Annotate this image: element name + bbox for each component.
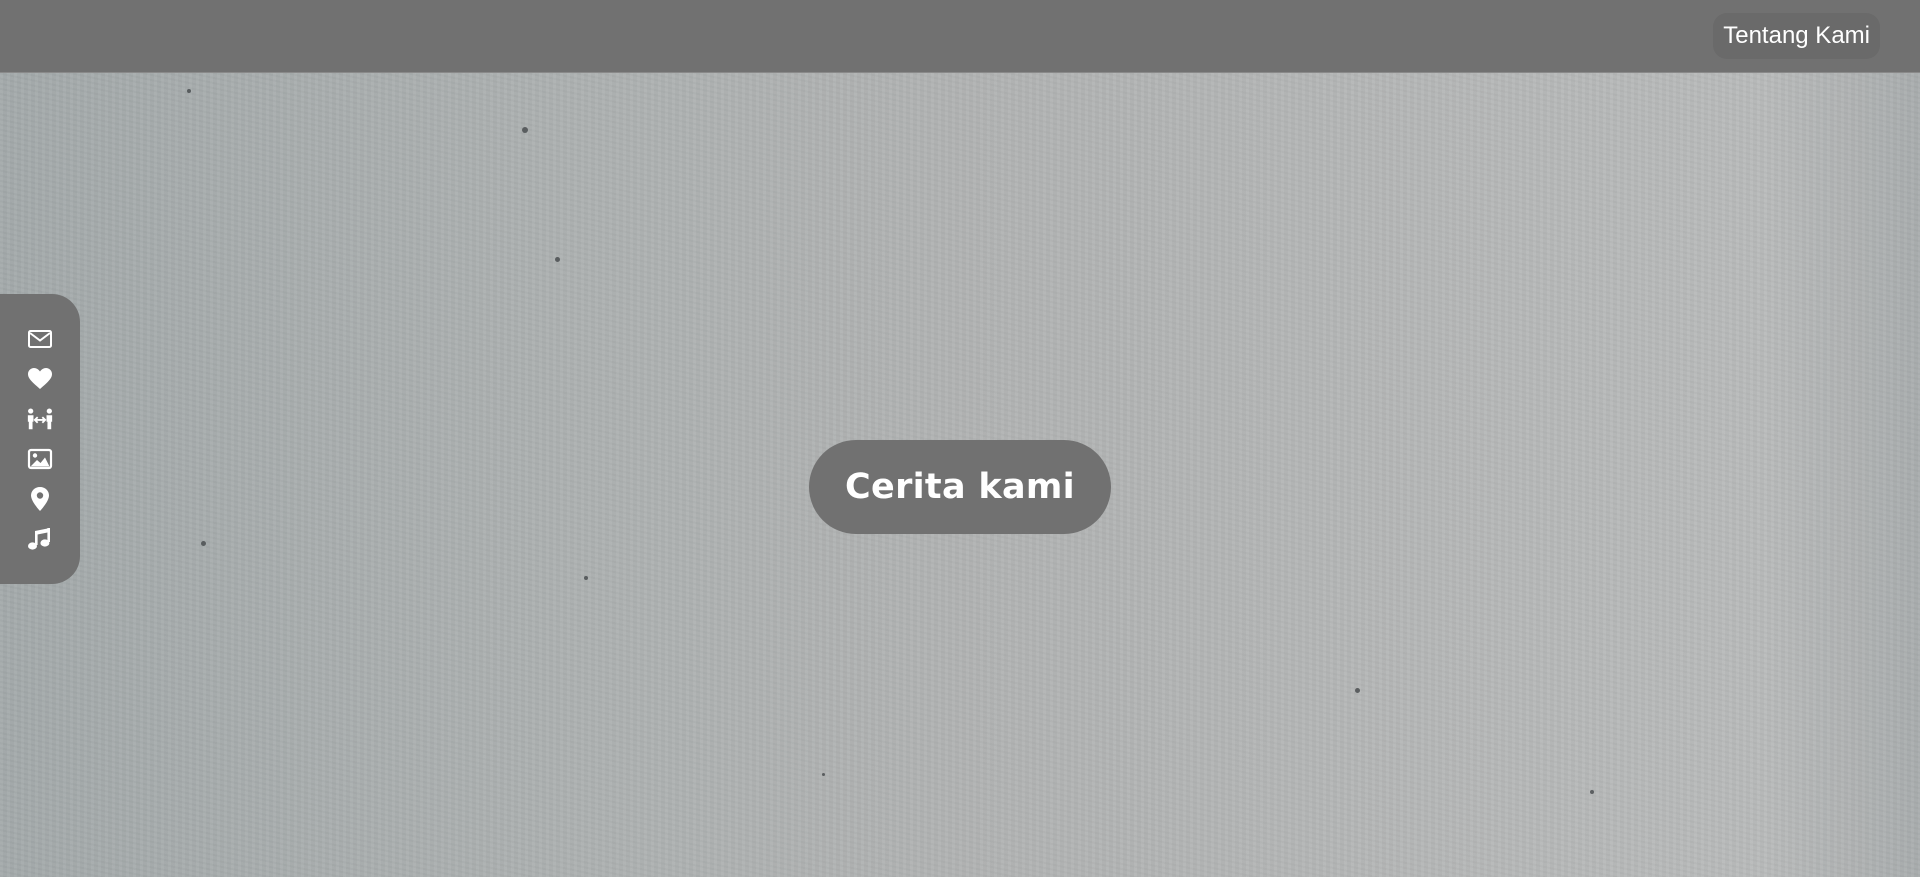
wall-speck — [822, 773, 825, 776]
wall-speck — [584, 576, 588, 580]
top-header-bar: Tentang Kami — [0, 0, 1920, 73]
image-icon[interactable] — [26, 446, 54, 472]
wall-speck — [555, 257, 560, 262]
wall-speck — [1590, 790, 1594, 794]
about-us-link[interactable]: Tentang Kami — [1713, 13, 1880, 59]
map-pin-icon[interactable] — [26, 486, 54, 512]
wall-speck — [1355, 688, 1360, 693]
wall-speck — [201, 541, 206, 546]
wall-speck — [187, 89, 191, 93]
envelope-icon[interactable] — [26, 326, 54, 352]
wall-speck — [522, 127, 528, 133]
page-background: Tentang Kami Cerita kami — [0, 0, 1920, 877]
music-note-icon[interactable] — [26, 526, 54, 552]
side-nav-panel — [0, 294, 80, 584]
heart-icon[interactable] — [26, 366, 54, 392]
our-story-button[interactable]: Cerita kami — [809, 440, 1111, 534]
couple-icon[interactable] — [26, 406, 54, 432]
